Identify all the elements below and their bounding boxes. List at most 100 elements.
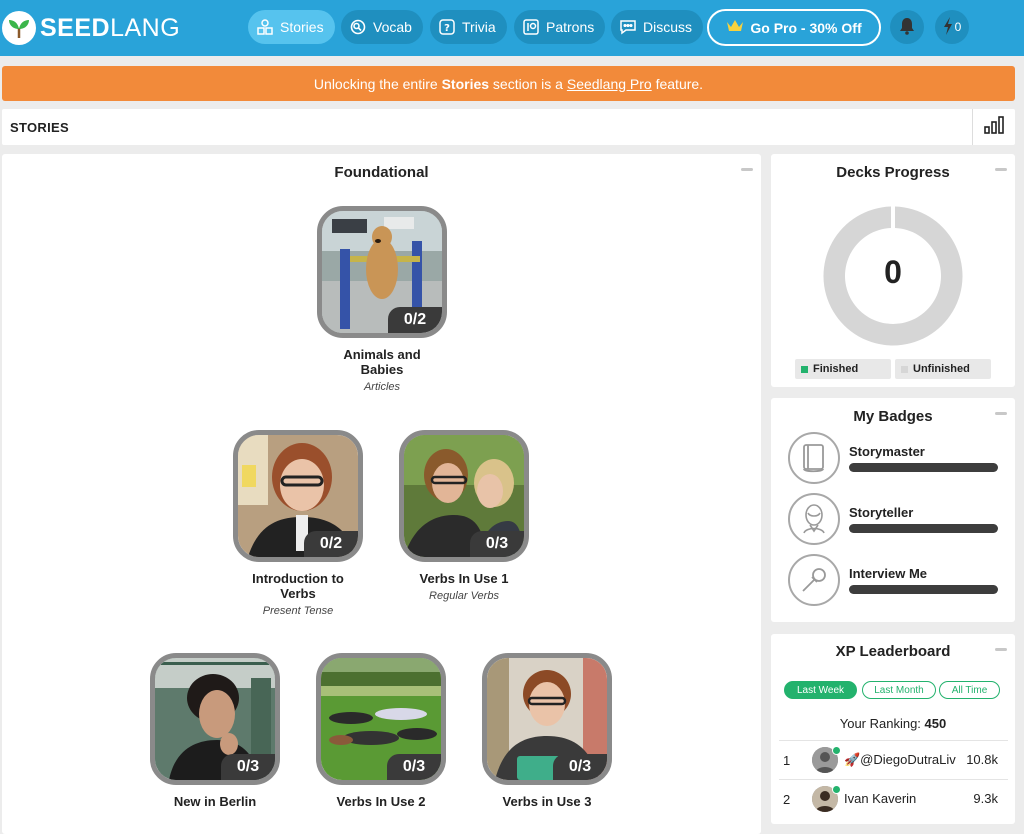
story-thumbnail[interactable]: 0/2 <box>233 430 363 562</box>
nav-discuss[interactable]: Discuss <box>611 10 704 44</box>
go-pro-button[interactable]: Go Pro - 30% Off <box>707 9 881 46</box>
story-progress: 0/3 <box>553 754 607 780</box>
story-name[interactable]: Introduction to Verbs <box>208 571 388 601</box>
story-name[interactable]: Animals and Babies <box>292 347 472 377</box>
ranking-label: Your Ranking: <box>839 716 925 731</box>
ranking-value: 450 <box>924 716 947 731</box>
leaderboard-title: XP Leaderboard <box>835 643 951 660</box>
story-thumbnail[interactable]: 0/3 <box>150 653 280 785</box>
svg-text:?: ? <box>444 23 450 34</box>
nav-trivia-label: Trivia <box>462 19 496 35</box>
notifications-button[interactable] <box>890 10 924 44</box>
badge-name: Interview Me <box>849 566 928 581</box>
unfinished-swatch <box>901 365 908 373</box>
story-thumbnail[interactable]: 0/3 <box>316 653 446 785</box>
story-progress: 0/3 <box>387 754 441 780</box>
nav-stories[interactable]: Stories <box>248 10 335 44</box>
tab-last-week[interactable]: Last Week <box>784 681 857 699</box>
story-name[interactable]: New in Berlin <box>125 794 305 809</box>
story-card[interactable]: 0/3 Verbs In Use 2 <box>291 653 471 813</box>
story-subtitle: Present Tense <box>262 605 334 617</box>
unfinished-label: Unfinished <box>913 363 970 375</box>
pro-feature-banner: Unlocking the entire Stories section is … <box>2 66 1015 101</box>
story-card[interactable]: 0/3 Verbs in Use 3 <box>457 653 637 813</box>
discuss-icon <box>619 18 637 36</box>
my-badges-panel: My Badges Storymaster Storyteller Interv… <box>771 398 1015 622</box>
trivia-icon: ? <box>438 18 456 36</box>
finished-label: Finished <box>813 363 859 375</box>
nav-patrons-label: Patrons <box>546 19 595 35</box>
story-card[interactable]: 0/2 Animals and Babies Articles <box>292 206 472 393</box>
story-progress: 0/3 <box>221 754 275 780</box>
tab-all-time[interactable]: All Time <box>939 681 1000 699</box>
nav-trivia[interactable]: ? Trivia <box>430 10 507 44</box>
logo-bold: SEED <box>40 13 111 42</box>
patrons-icon <box>522 18 540 36</box>
leaderboard-row[interactable]: 2 Ivan Kaverin 9.3k <box>779 779 1008 817</box>
minimize-icon[interactable] <box>741 168 753 171</box>
leaderboard-username[interactable]: 🚀@DiegoDutraLiv <box>844 752 966 768</box>
minimize-icon[interactable] <box>995 412 1007 415</box>
story-card[interactable]: 0/3 Verbs In Use 1 Regular Verbs <box>374 430 554 602</box>
bell-icon <box>899 17 915 38</box>
badge-name: Storyteller <box>849 505 914 520</box>
badge-item[interactable]: Interview Me <box>788 554 1001 606</box>
finished-swatch <box>801 365 808 373</box>
badge-progress-bar <box>849 524 998 533</box>
decks-count: 0 <box>884 254 902 290</box>
banner-suffix: feature. <box>651 75 704 92</box>
stories-title: STORIES <box>10 120 69 135</box>
leaderboard-rank: 1 <box>783 753 791 768</box>
book-icon <box>788 432 840 484</box>
story-thumbnail[interactable]: 0/3 <box>399 430 529 562</box>
badge-name: Storymaster <box>849 444 925 459</box>
xp-leaderboard-panel: XP Leaderboard Last Week Last Month All … <box>771 634 1015 824</box>
top-nav: SEEDLANG Stories Vocab ? Trivia Patrons … <box>0 0 1024 56</box>
story-thumbnail[interactable]: 0/3 <box>482 653 612 785</box>
stats-button[interactable] <box>972 109 1015 145</box>
badge-item[interactable]: Storymaster <box>788 432 1001 484</box>
story-name[interactable]: Verbs In Use 2 <box>291 794 471 809</box>
energy-button[interactable]: 0 <box>935 10 969 44</box>
tab-last-month[interactable]: Last Month <box>862 681 936 699</box>
shakespeare-icon <box>788 493 840 545</box>
legend-finished: Finished <box>795 359 891 379</box>
story-progress: 0/2 <box>388 307 442 333</box>
leaderboard-row[interactable]: 1 🚀@DiegoDutraLiv 10.8k <box>779 740 1008 778</box>
legend-unfinished: Unfinished <box>895 359 991 379</box>
your-ranking: Your Ranking: 450 <box>771 716 1015 731</box>
stories-header-bar: STORIES <box>2 109 1015 145</box>
nav-vocab[interactable]: Vocab <box>341 10 423 44</box>
minimize-icon[interactable] <box>995 168 1007 171</box>
leaderboard-rank: 2 <box>783 792 791 807</box>
minimize-icon[interactable] <box>995 648 1007 651</box>
logo-text: SEEDLANG <box>40 14 180 43</box>
story-progress: 0/2 <box>304 531 358 557</box>
seedling-icon <box>2 11 36 45</box>
seedlang-pro-link[interactable]: Seedlang Pro <box>567 76 652 92</box>
nav-vocab-label: Vocab <box>373 19 412 35</box>
decks-progress-title: Decks Progress <box>836 164 950 181</box>
story-subtitle: Articles <box>363 381 401 393</box>
badge-progress-bar <box>849 585 998 594</box>
online-indicator <box>832 785 841 794</box>
story-name[interactable]: Verbs In Use 1 <box>374 571 554 586</box>
banner-middle: section is a <box>489 75 567 92</box>
my-badges-title: My Badges <box>853 408 933 425</box>
story-thumbnail[interactable]: 0/2 <box>317 206 447 338</box>
story-subtitle: Regular Verbs <box>429 590 499 602</box>
bar-chart-icon <box>984 115 1004 139</box>
leaderboard-username[interactable]: Ivan Kaverin <box>844 791 966 806</box>
banner-prefix: Unlocking the entire <box>313 75 442 92</box>
story-name[interactable]: Verbs in Use 3 <box>457 794 637 809</box>
section-title: Foundational <box>334 164 429 181</box>
story-progress: 0/3 <box>470 531 524 557</box>
crown-icon <box>726 19 744 36</box>
nav-patrons[interactable]: Patrons <box>514 10 606 44</box>
badge-item[interactable]: Storyteller <box>788 493 1001 545</box>
story-card[interactable]: 0/3 New in Berlin <box>125 653 305 813</box>
energy-count: 0 <box>954 20 962 34</box>
story-card[interactable]: 0/2 Introduction to Verbs Present Tense <box>208 430 388 617</box>
leaderboard-xp: 9.3k <box>973 791 998 806</box>
seedlang-logo[interactable]: SEEDLANG <box>2 10 180 46</box>
